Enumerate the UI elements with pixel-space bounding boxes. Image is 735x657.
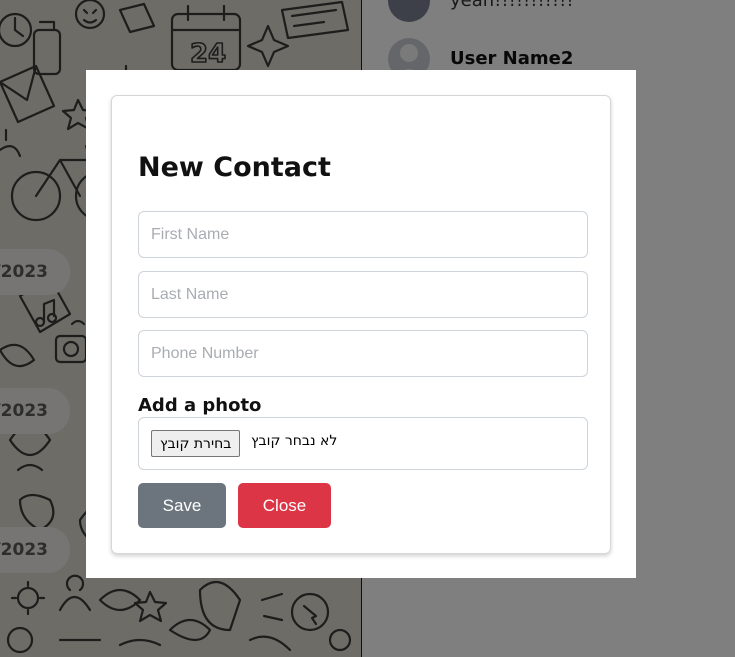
new-contact-form: New Contact Add a photo בחירת קובץ לא נב…: [111, 95, 611, 554]
close-button[interactable]: Close: [238, 483, 331, 528]
file-status-text: לא נבחר קובץ: [251, 433, 338, 449]
phone-number-input[interactable]: [138, 330, 588, 377]
modal-title: New Contact: [138, 152, 331, 183]
choose-file-button[interactable]: בחירת קובץ: [151, 430, 241, 457]
new-contact-modal: New Contact Add a photo בחירת קובץ לא נב…: [86, 70, 636, 578]
save-button[interactable]: Save: [138, 483, 226, 528]
photo-file-input[interactable]: בחירת קובץ לא נבחר קובץ: [138, 417, 588, 470]
first-name-input[interactable]: [138, 211, 588, 258]
last-name-input[interactable]: [138, 271, 588, 318]
add-photo-label: Add a photo: [138, 395, 262, 416]
